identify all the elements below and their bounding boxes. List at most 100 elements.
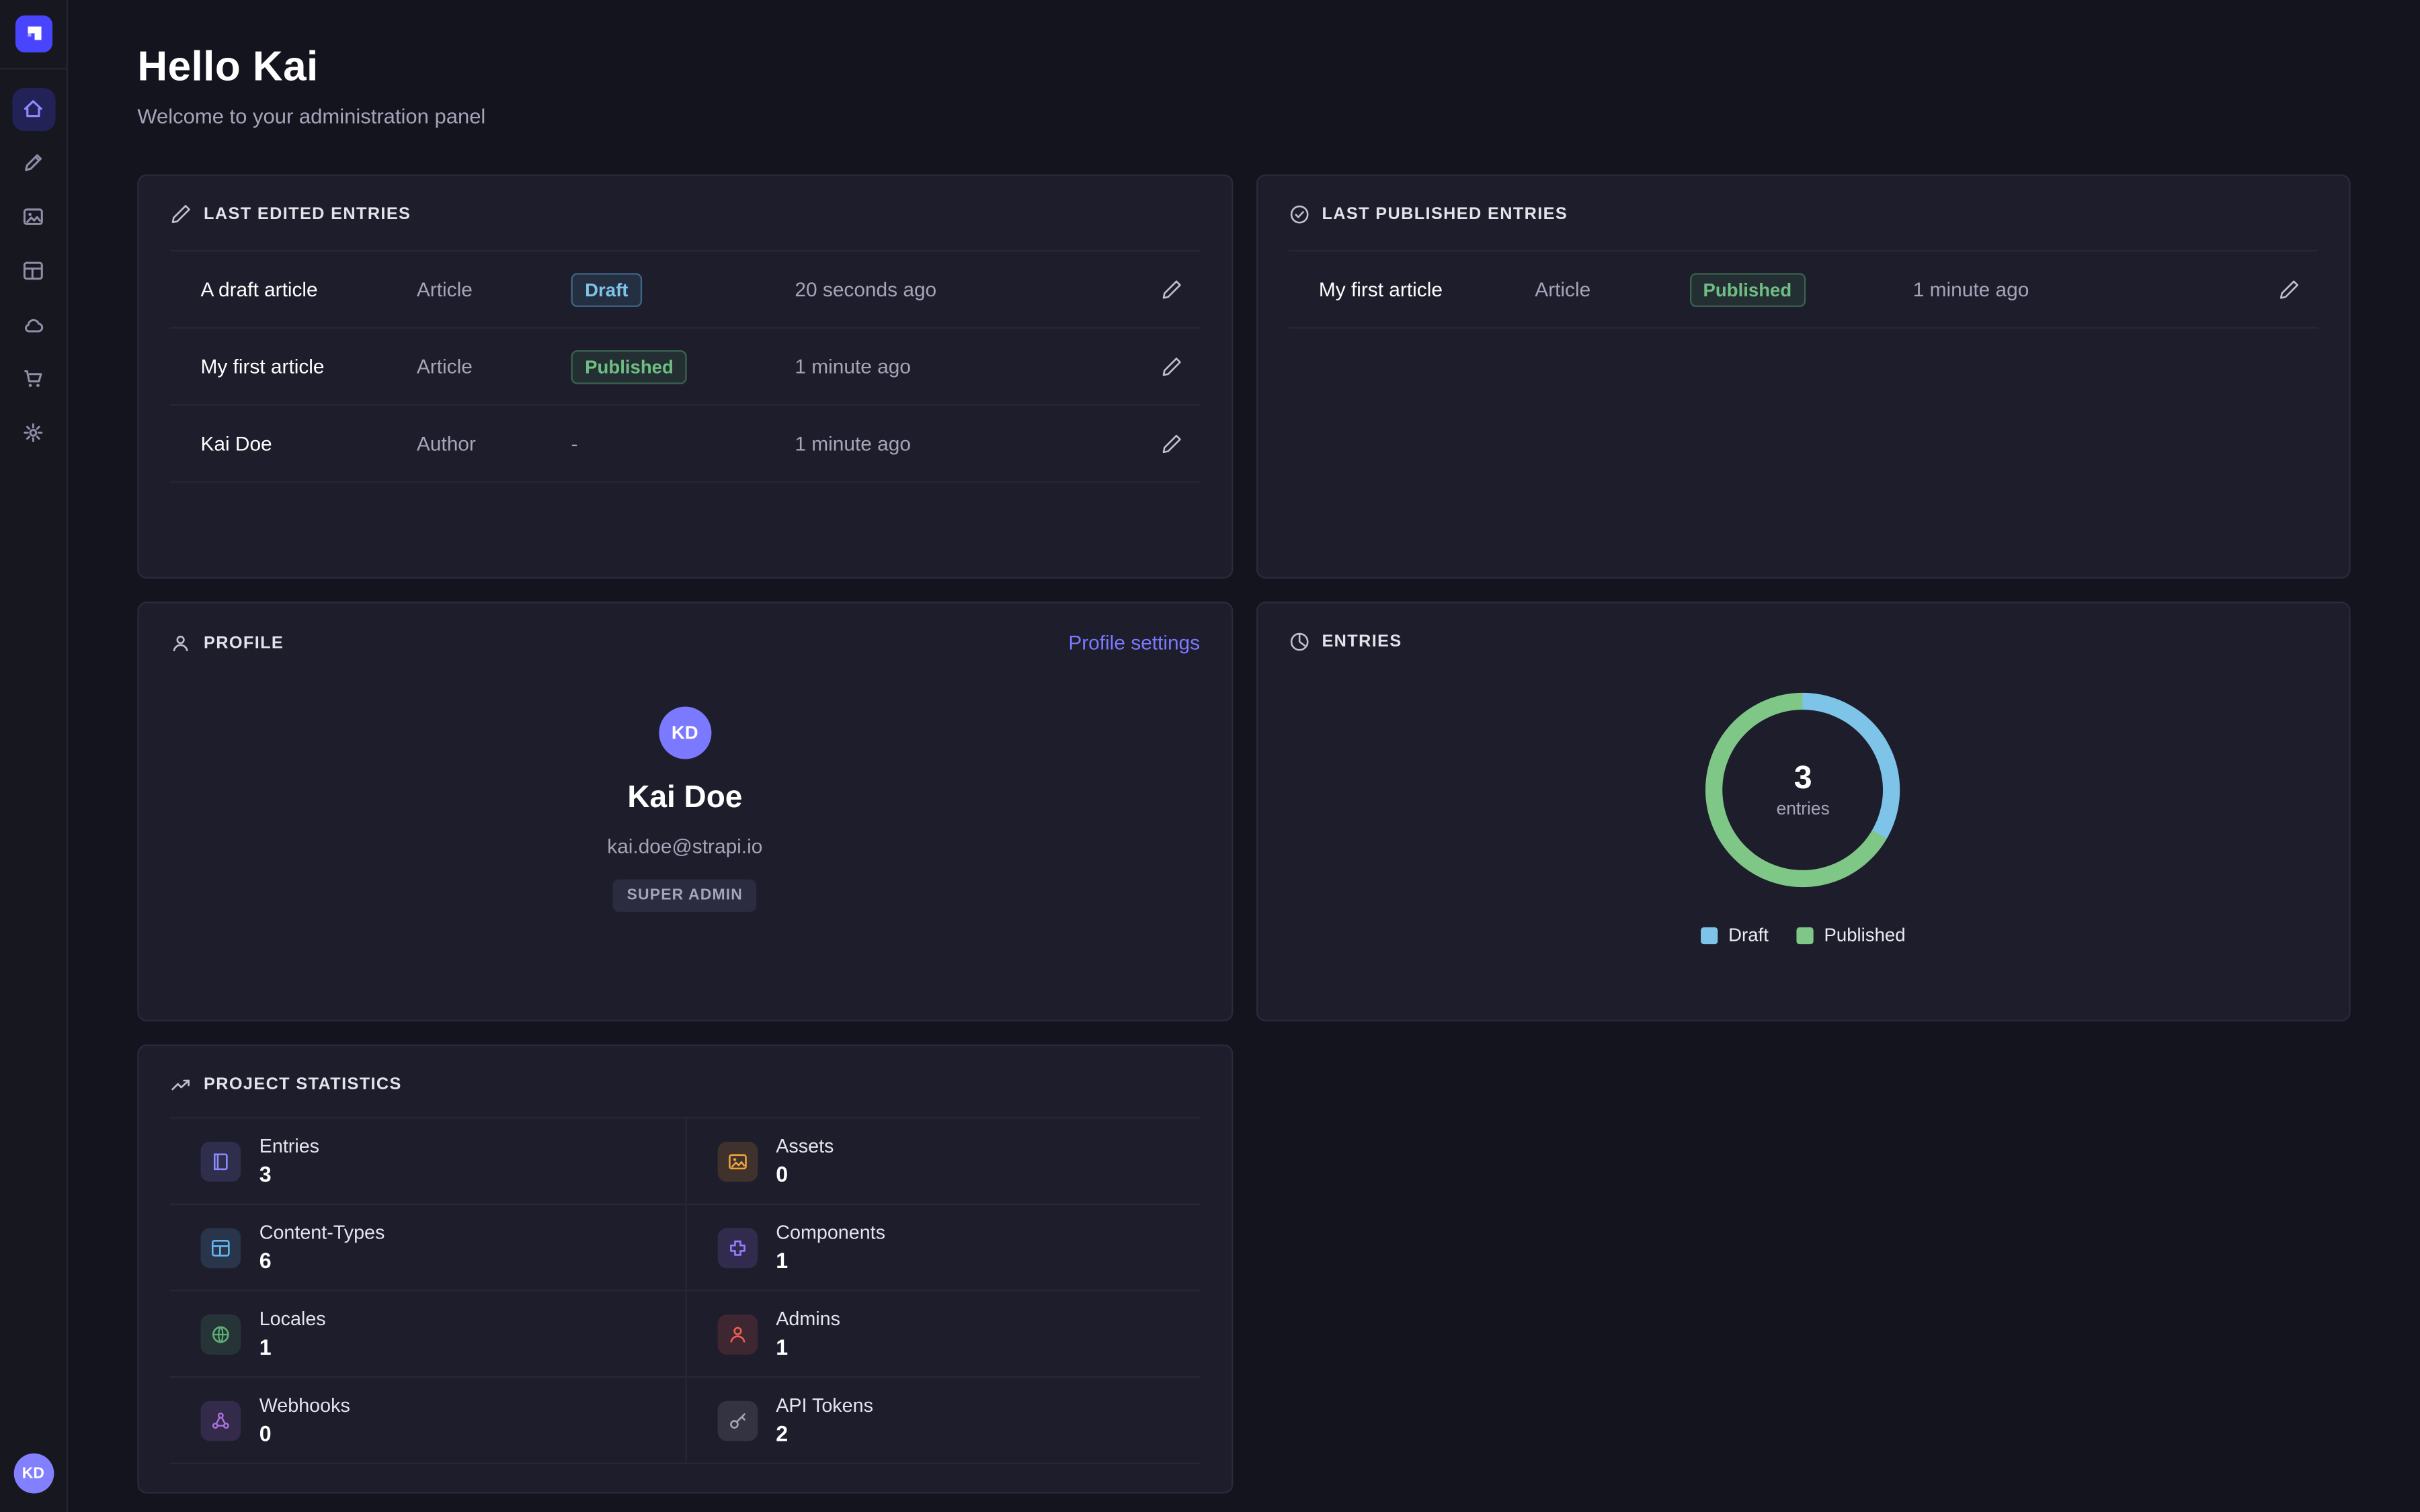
cart-icon <box>22 367 44 390</box>
cloud-icon <box>22 313 44 336</box>
table-row: My first articleArticlePublished1 minute… <box>170 329 1201 406</box>
sidebar-divider <box>0 68 67 69</box>
card-header: PROFILE Profile settings <box>170 631 1201 654</box>
home-icon <box>22 97 44 120</box>
profile-body: KD Kai Doe kai.doe@strapi.io SUPER ADMIN <box>170 707 1201 912</box>
chart-legend: Draft Published <box>1701 924 1906 946</box>
stat-label: Content-Types <box>259 1222 385 1243</box>
stat-value: 1 <box>776 1248 885 1273</box>
page-title: Hello Kai <box>137 43 2350 91</box>
edit-entry-button[interactable] <box>1138 433 1181 454</box>
card-header: LAST PUBLISHED ENTRIES <box>1288 204 2318 225</box>
entry-updated-time: 1 minute ago <box>1913 278 2257 300</box>
layout-icon <box>200 1227 241 1267</box>
stat-value: 6 <box>259 1248 385 1273</box>
edit-entry-button[interactable] <box>2257 278 2300 300</box>
webhook-icon <box>200 1400 241 1441</box>
card-header: ENTRIES <box>1288 631 2318 653</box>
stat-value: 1 <box>259 1335 326 1359</box>
pen-icon <box>22 151 44 174</box>
chart-icon <box>1288 631 1309 653</box>
status-badge: Published <box>571 349 687 384</box>
user-icon <box>170 632 192 653</box>
stat-label: Webhooks <box>259 1395 350 1417</box>
stat-item: Locales 1 <box>170 1292 685 1378</box>
edit-entry-button[interactable] <box>1138 278 1181 300</box>
sidebar-item-media-library[interactable] <box>11 195 54 238</box>
entry-type: Author <box>417 432 571 455</box>
pencil-icon <box>170 204 192 225</box>
stat-value: 0 <box>259 1421 350 1446</box>
last-published-card: LAST PUBLISHED ENTRIES My first articleA… <box>1256 174 2351 579</box>
donut-center-label: 3 entries <box>1706 693 1900 887</box>
stat-item: Content-Types 6 <box>170 1205 685 1292</box>
entries-unit: entries <box>1777 801 1830 820</box>
edit-entry-button[interactable] <box>1138 355 1181 377</box>
profile-card: PROFILE Profile settings KD Kai Doe kai.… <box>137 601 1232 1021</box>
stat-text: Webhooks 0 <box>259 1395 350 1446</box>
puzzle-icon <box>717 1227 758 1267</box>
entry-type: Article <box>417 355 571 378</box>
sidebar-item-home[interactable] <box>11 87 54 130</box>
sidebar: KD <box>0 0 68 1512</box>
stat-label: Locales <box>259 1308 326 1330</box>
stat-item: Webhooks 0 <box>170 1378 685 1462</box>
role-badge: SUPER ADMIN <box>613 880 757 912</box>
gear-icon <box>22 421 44 444</box>
entries-chart-area: 3 entries Draft Published <box>1288 693 2318 946</box>
status-cell: Published <box>571 349 795 384</box>
key-icon <box>717 1400 758 1441</box>
stat-item: API Tokens2 <box>685 1378 1200 1462</box>
table-row: Kai DoeAuthor- 1 minute ago <box>170 406 1201 483</box>
images-icon <box>22 205 44 228</box>
stat-label: Components <box>776 1222 885 1243</box>
stat-value: 0 <box>776 1162 834 1187</box>
dashboard-grid: LAST EDITED ENTRIES A draft articleArtic… <box>137 174 2350 1493</box>
sidebar-item-deploy[interactable] <box>11 303 54 346</box>
sidebar-item-content-type-builder[interactable] <box>11 249 54 292</box>
stat-value: 2 <box>776 1421 873 1446</box>
entry-updated-time: 1 minute ago <box>795 355 1138 378</box>
legend-item: Draft <box>1701 924 1769 946</box>
stat-item: Entries3 <box>170 1119 685 1206</box>
stat-item: Components 1 <box>685 1205 1200 1292</box>
stat-label: Admins <box>776 1308 840 1330</box>
stat-label: Entries <box>259 1136 319 1157</box>
image-icon <box>717 1141 758 1181</box>
entries-card: ENTRIES 3 entries Draft Published <box>1256 601 2351 1021</box>
card-header-left: PROFILE <box>170 632 284 653</box>
stats-grid: Entries3Assets0Content-Types6Components1… <box>170 1117 1201 1464</box>
entry-name: Kai Doe <box>200 432 416 455</box>
profile-email: kai.doe@strapi.io <box>607 835 762 857</box>
last-edited-rows: A draft articleArticleDraft20 seconds ag… <box>170 250 1201 483</box>
stat-item: Admins1 <box>685 1292 1200 1378</box>
entry-updated-time: 1 minute ago <box>795 432 1138 455</box>
card-title: LAST PUBLISHED ENTRIES <box>1322 205 1568 224</box>
legend-label: Published <box>1824 924 1906 946</box>
stat-text: Content-Types 6 <box>259 1222 385 1273</box>
book-icon <box>200 1141 241 1181</box>
sidebar-item-content-manager[interactable] <box>11 141 54 184</box>
layout-icon <box>22 259 44 282</box>
status-cell: - <box>571 429 795 457</box>
entries-count: 3 <box>1794 761 1812 798</box>
sidebar-item-marketplace[interactable] <box>11 358 54 401</box>
project-statistics-card: PROJECT STATISTICS Entries3Assets0Conten… <box>137 1044 1232 1493</box>
stat-text: Locales 1 <box>259 1308 326 1359</box>
card-title: PROJECT STATISTICS <box>204 1075 402 1094</box>
strapi-logo-icon <box>22 23 44 44</box>
table-row: My first articleArticlePublished1 minute… <box>1288 251 2318 329</box>
sidebar-item-settings[interactable] <box>11 411 54 454</box>
strapi-logo[interactable] <box>15 15 52 52</box>
stat-text: API Tokens2 <box>776 1395 873 1446</box>
profile-settings-link[interactable]: Profile settings <box>1068 631 1200 654</box>
status-cell: Published <box>1689 272 1913 306</box>
empty-grid-cell <box>1256 1044 2351 1493</box>
user-avatar[interactable]: KD <box>13 1454 54 1494</box>
entry-name: A draft article <box>200 278 416 300</box>
legend-swatch <box>1701 927 1718 943</box>
check-circle-icon <box>1288 204 1309 225</box>
status-empty: - <box>571 431 577 454</box>
entries-donut-chart: 3 entries <box>1706 693 1900 887</box>
entry-updated-time: 20 seconds ago <box>795 278 1138 300</box>
